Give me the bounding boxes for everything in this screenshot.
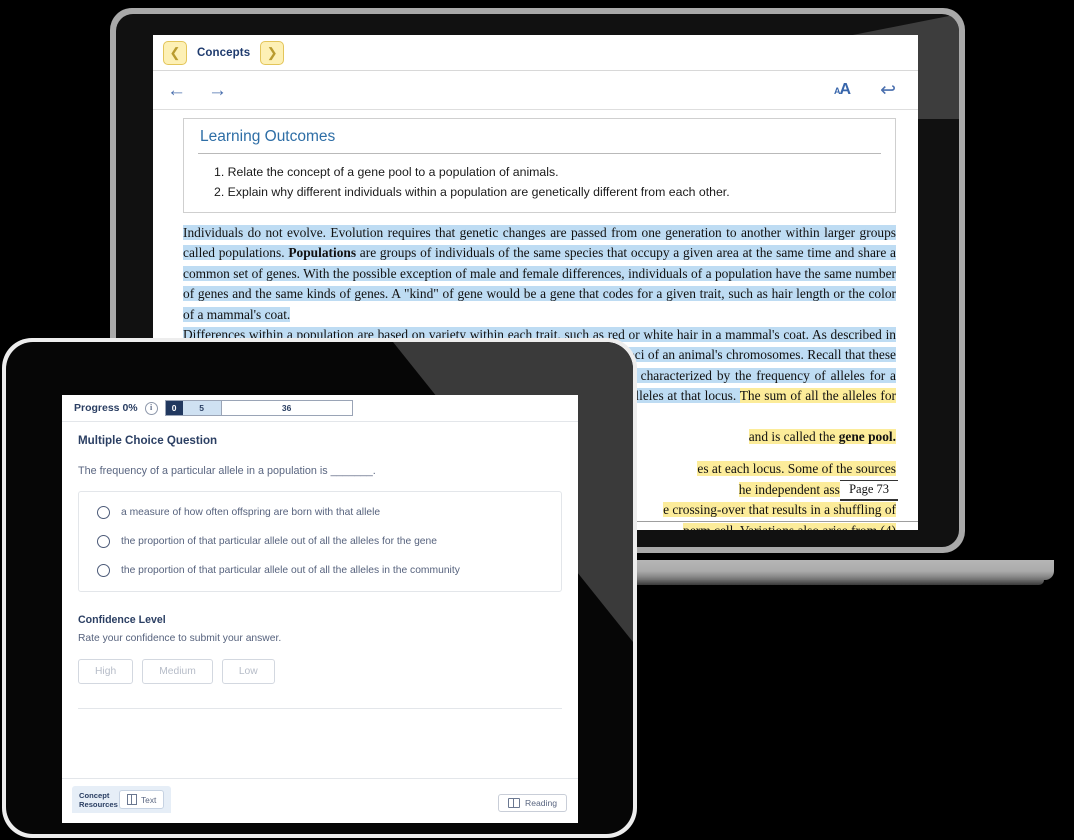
arrow-left-icon[interactable]: ←	[167, 81, 186, 100]
concept-resources-line2: Resources	[79, 799, 118, 809]
answer-option[interactable]: the proportion of that particular allele…	[79, 556, 561, 585]
info-icon[interactable]: i	[144, 401, 158, 415]
radio-button-icon[interactable]	[97, 564, 110, 577]
confidence-low-button[interactable]: Low	[221, 659, 275, 684]
toolbar-right-group: AA ↩	[834, 81, 904, 100]
confidence-subtitle: Rate your confidence to submit your answ…	[78, 633, 282, 644]
confidence-title: Confidence Level	[78, 614, 166, 626]
concept-resources-line1: Concept	[79, 790, 110, 800]
text-resource-button[interactable]: Text	[119, 790, 165, 809]
radio-button-icon[interactable]	[97, 506, 110, 519]
confidence-section: Confidence Level Rate your confidence to…	[78, 614, 562, 684]
confidence-high-button[interactable]: High	[78, 659, 134, 684]
reading-button[interactable]: Reading	[497, 794, 567, 812]
document-icon	[127, 794, 137, 805]
tablet-device: Progress 0% i 0 5 36 Multiple Choice Que…	[2, 338, 637, 838]
answer-option-label: the proportion of that particular allele…	[121, 536, 437, 547]
reading-button-label: Reading	[524, 798, 557, 808]
learning-outcomes-box: Learning Outcomes 1. Relate the concept …	[183, 118, 896, 213]
tab-title[interactable]: Concepts	[197, 47, 250, 59]
progress-segment-mid: 5	[182, 401, 222, 415]
confidence-button-group: High Medium Low	[78, 659, 562, 684]
highlighted-text-yellow: perm cell. Variations also arise from (4…	[683, 522, 896, 530]
learning-outcome-item: 1. Relate the concept of a gene pool to …	[214, 165, 559, 179]
progress-bar-row: Progress 0% i 0 5 36	[62, 395, 578, 422]
highlighted-text-yellow: and is called the	[748, 429, 839, 445]
page-number-marker: Page 73	[840, 480, 898, 501]
answer-options-list: a measure of how often offspring are bor…	[78, 491, 562, 592]
highlighted-text-yellow: e crossing-over that results in a shuffl…	[663, 502, 896, 518]
term-populations: Populations	[288, 245, 357, 261]
quiz-panel: Multiple Choice Question The frequency o…	[62, 422, 578, 709]
text-button-label: Text	[141, 794, 157, 805]
radio-button-icon[interactable]	[97, 535, 110, 548]
arrow-right-icon[interactable]: →	[208, 81, 227, 100]
chevron-right-icon[interactable]: ❯	[260, 40, 285, 65]
answer-option[interactable]: a measure of how often offspring are bor…	[79, 498, 561, 527]
divider	[78, 708, 562, 709]
term-gene-pool: gene pool.	[838, 429, 896, 445]
progress-bar[interactable]: 0 5 36	[164, 400, 353, 416]
question-text: The frequency of a particular allele in …	[78, 465, 376, 477]
screenshot-stage: ❮ Concepts ❯ ← → AA ↩ Learning Outcomes …	[0, 0, 1074, 840]
question-type-label: Multiple Choice Question	[78, 434, 218, 447]
paragraph-one: Individuals do not evolve. Evolution req…	[183, 223, 896, 325]
tablet-screen: Progress 0% i 0 5 36 Multiple Choice Que…	[62, 395, 578, 823]
progress-segment-current: 0	[165, 401, 183, 415]
footer-divider	[62, 778, 578, 779]
answer-option-label: the proportion of that particular allele…	[121, 565, 460, 576]
undo-arrow-icon[interactable]: ↩	[880, 81, 896, 100]
learning-outcomes-title: Learning Outcomes	[200, 128, 336, 145]
progress-segment-total: 36	[221, 401, 352, 415]
divider	[198, 153, 881, 154]
browser-tab-bar: ❮ Concepts ❯	[153, 35, 918, 71]
browser-toolbar: ← → AA ↩	[153, 71, 918, 110]
confidence-medium-button[interactable]: Medium	[142, 659, 213, 684]
highlighted-text-yellow: es at each locus. Some of the sources	[697, 461, 896, 477]
chevron-left-icon[interactable]: ❮	[163, 40, 187, 65]
font-size-icon[interactable]: AA	[834, 81, 852, 98]
font-size-large-a: A	[839, 81, 852, 98]
answer-option[interactable]: the proportion of that particular allele…	[79, 527, 561, 556]
progress-label: Progress 0%	[74, 402, 138, 414]
nav-button-group: ← →	[167, 81, 227, 100]
concept-resources-group: Concept Resources Text	[72, 786, 172, 813]
book-icon	[507, 798, 520, 808]
answer-option-label: a measure of how often offspring are bor…	[121, 507, 381, 518]
learning-outcome-item: 2. Explain why different individuals wit…	[214, 185, 730, 199]
quiz-footer: Concept Resources Text Reading	[62, 778, 578, 823]
concept-resources-label: Concept Resources	[79, 790, 118, 809]
